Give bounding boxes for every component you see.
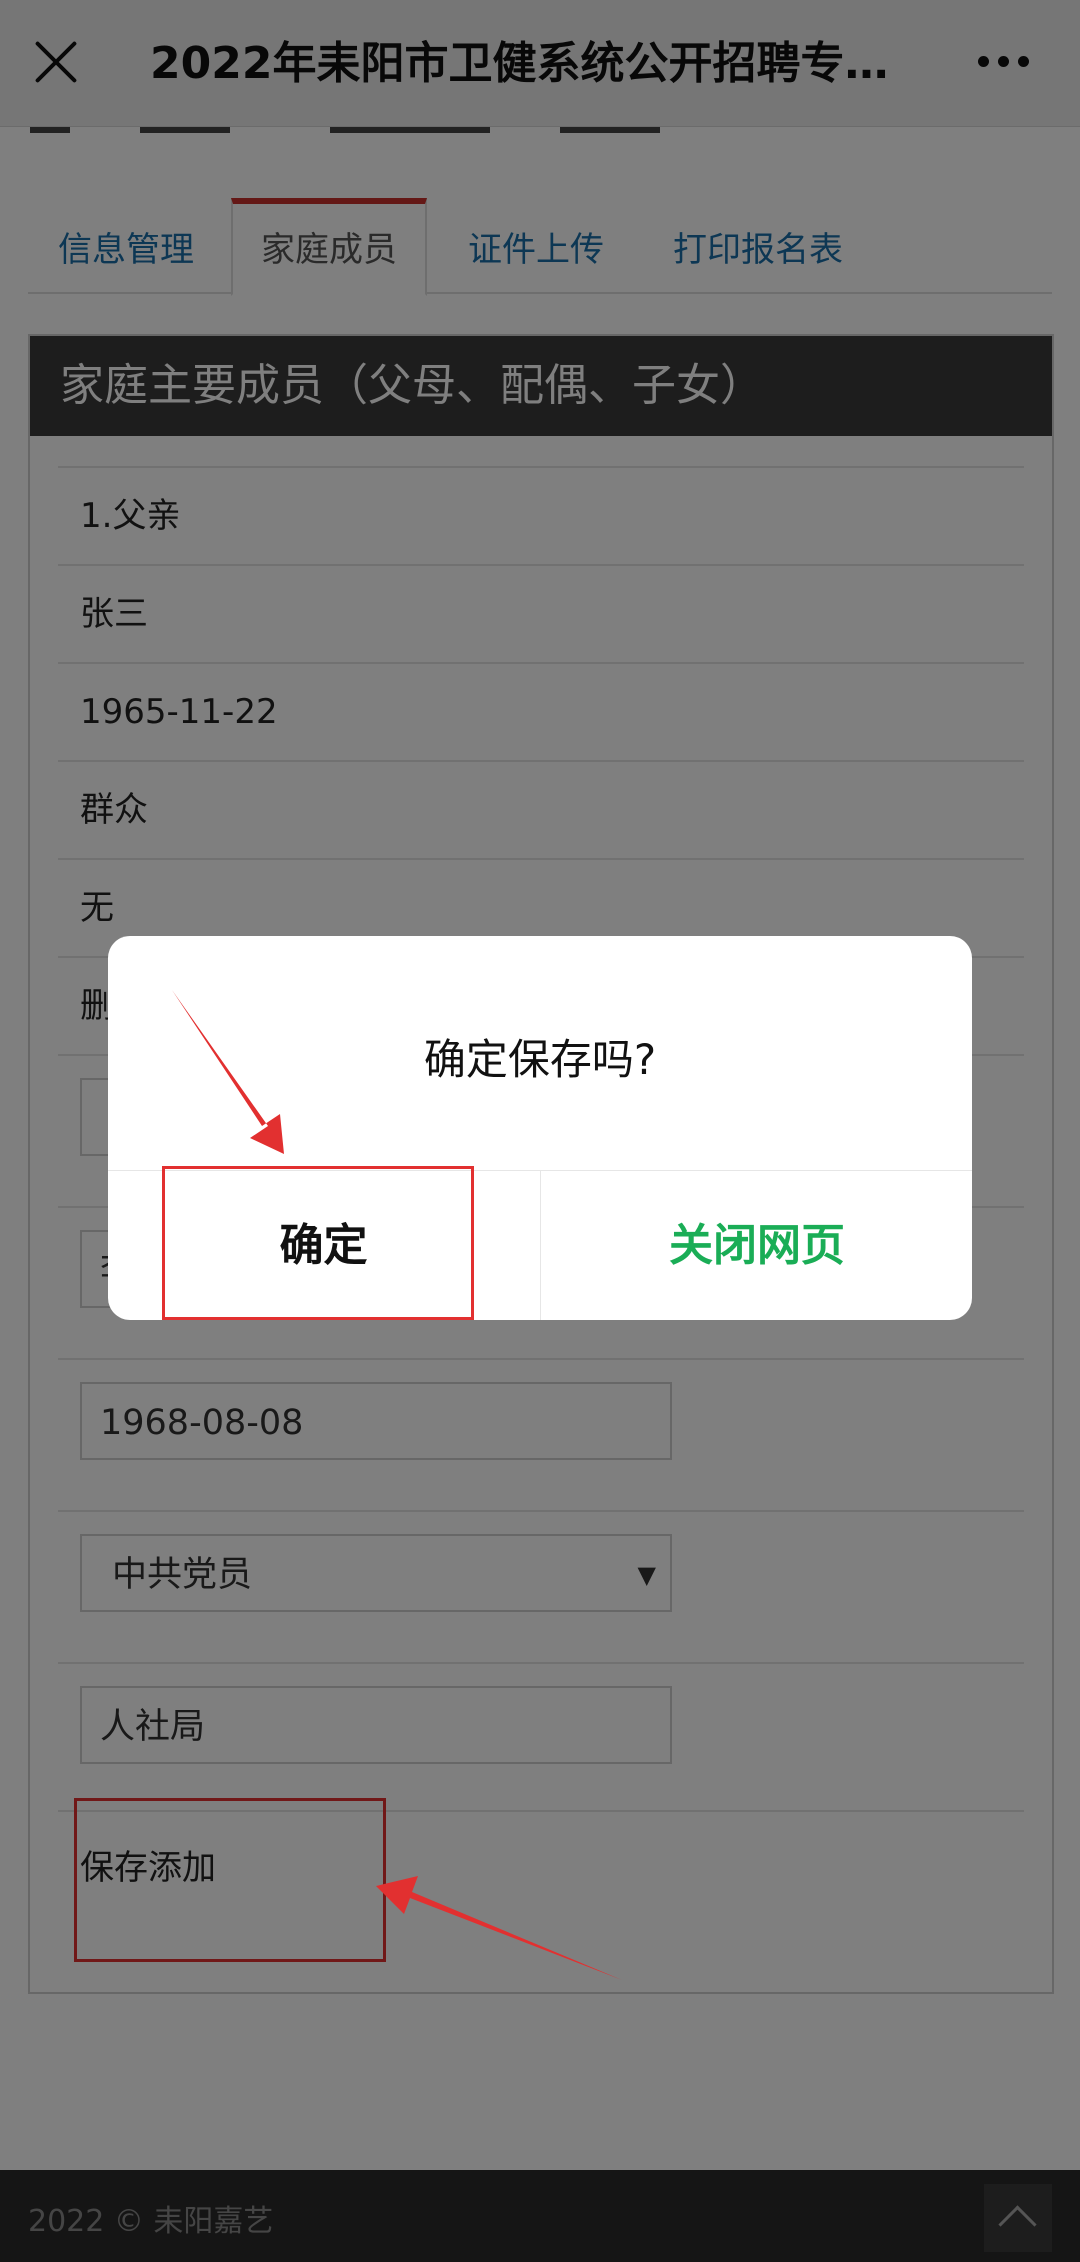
- annotation-arrows: [172, 990, 622, 1980]
- annotation-arrow-to-confirm: [172, 990, 284, 1154]
- annotation-arrow-to-save: [376, 1876, 622, 1980]
